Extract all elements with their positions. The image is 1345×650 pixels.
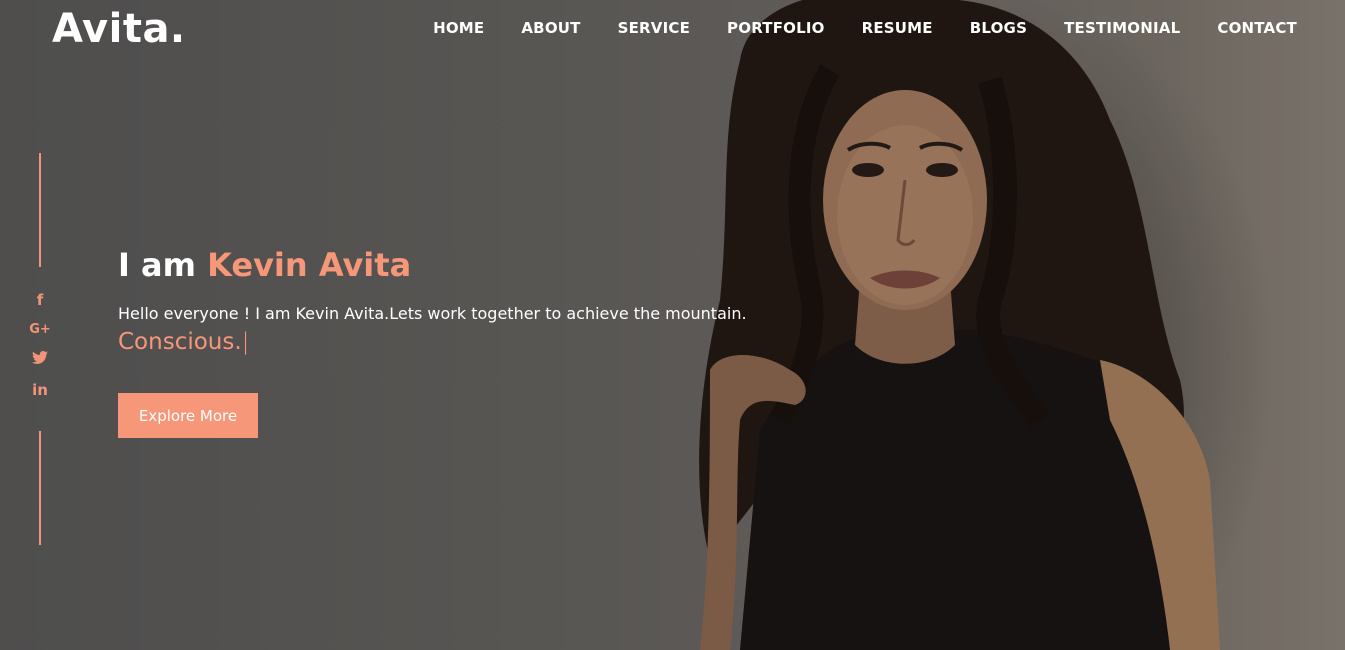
nav-resume[interactable]: RESUME (862, 19, 933, 37)
headline-name: Kevin Avita (207, 246, 412, 284)
google-plus-icon[interactable]: G+ (29, 320, 51, 350)
nav-testimonial[interactable]: TESTIMONIAL (1064, 19, 1180, 37)
explore-more-button[interactable]: Explore More (118, 393, 258, 438)
linkedin-icon[interactable]: in (32, 380, 48, 410)
nav-portfolio[interactable]: PORTFOLIO (727, 19, 825, 37)
nav-home[interactable]: HOME (433, 19, 484, 37)
nav-about[interactable]: ABOUT (521, 19, 580, 37)
main-nav: HOME ABOUT SERVICE PORTFOLIO RESUME BLOG… (396, 19, 1297, 37)
social-links: f G+ in (27, 290, 53, 410)
typed-word: Conscious. (118, 329, 242, 355)
typed-cursor: | (241, 329, 250, 355)
social-divider-top (39, 153, 41, 267)
social-divider-bottom (39, 431, 41, 545)
typed-text: Conscious.| (118, 329, 747, 355)
hero-description: Hello everyone ! I am Kevin Avita.Lets w… (118, 304, 747, 323)
hero-headline: I am Kevin Avita (118, 246, 747, 284)
nav-service[interactable]: SERVICE (618, 19, 690, 37)
twitter-icon[interactable] (32, 350, 48, 380)
site-logo[interactable]: Avita. (52, 6, 186, 52)
nav-contact[interactable]: CONTACT (1217, 19, 1297, 37)
nav-blogs[interactable]: BLOGS (970, 19, 1027, 37)
headline-prefix: I am (118, 246, 208, 284)
hero-intro: I am Kevin Avita Hello everyone ! I am K… (118, 246, 747, 355)
facebook-icon[interactable]: f (37, 290, 44, 320)
